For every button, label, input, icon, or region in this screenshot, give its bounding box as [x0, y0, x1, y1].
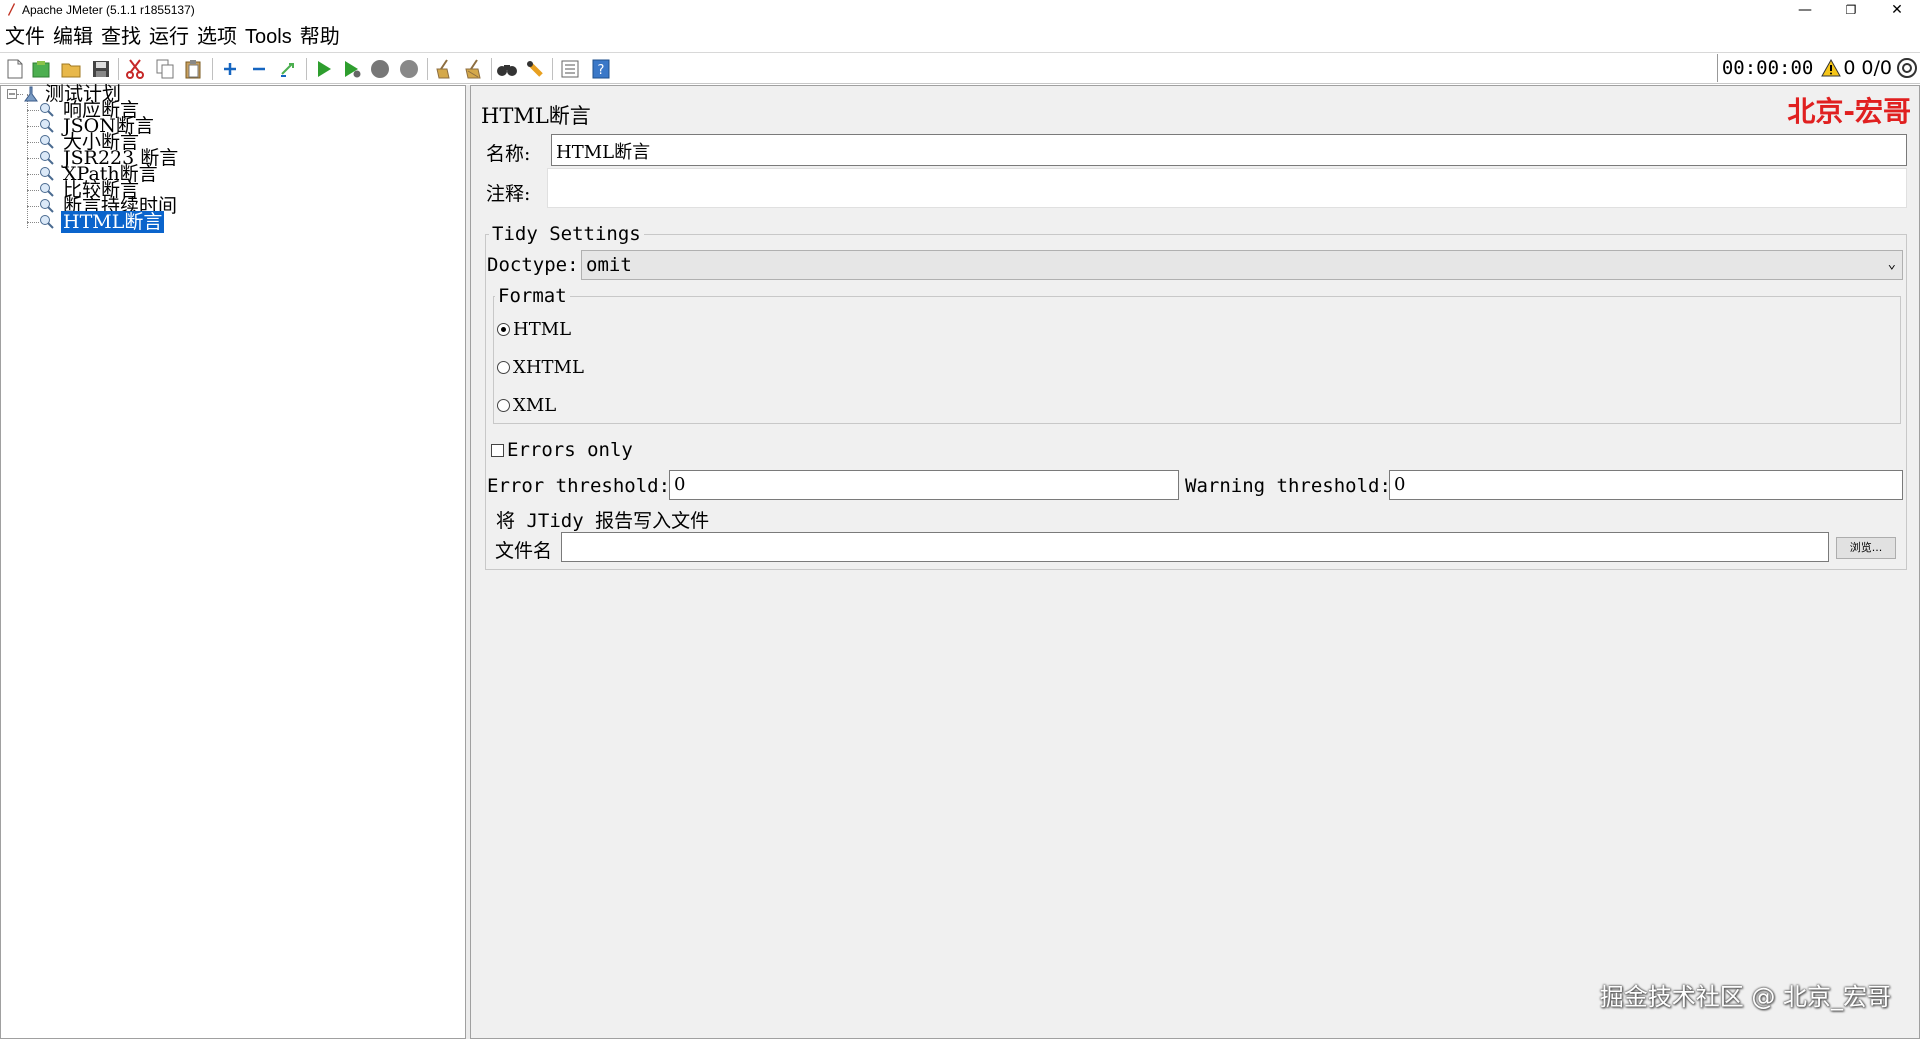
chevron-down-icon: ⌄ [1887, 256, 1896, 272]
warning-threshold-field[interactable]: 0 [1389, 470, 1903, 500]
warning-count: 0 [1843, 57, 1856, 79]
menu-file[interactable]: 文件 [1, 22, 49, 48]
html-assertion-panel: HTML断言 北京-宏哥 名称: HTML断言 注释: Tidy Setting… [470, 85, 1920, 1039]
warning-threshold-label: Warning threshold: [1185, 475, 1391, 497]
active-threads: 0/0 [1861, 57, 1892, 79]
checkbox-icon [491, 443, 504, 457]
page-title: HTML断言 [481, 104, 591, 128]
error-threshold-label: Error threshold: [487, 475, 671, 497]
menu-edit[interactable]: 编辑 [49, 22, 97, 48]
minimize-button[interactable]: — [1782, 0, 1828, 22]
menu-tools[interactable]: Tools [241, 23, 296, 49]
assertion-magnifier-icon [40, 199, 54, 213]
open-icon[interactable] [60, 58, 82, 80]
format-title: Format [495, 285, 570, 307]
errors-only-checkbox[interactable]: Errors only [491, 439, 633, 461]
menu-help[interactable]: 帮助 [296, 22, 344, 48]
window-title: Apache JMeter (5.1.1 r1855137) [22, 3, 195, 17]
format-html-radio[interactable]: HTML [497, 319, 571, 340]
shutdown-icon[interactable] [398, 58, 420, 80]
start-icon[interactable] [313, 58, 335, 80]
author-watermark: 北京-宏哥 [1787, 95, 1911, 128]
reset-search-icon[interactable] [524, 58, 546, 80]
doctype-label: Doctype: [487, 254, 579, 276]
paste-icon[interactable] [182, 58, 204, 80]
assertion-magnifier-icon [40, 183, 54, 197]
assertion-magnifier-icon [40, 103, 54, 117]
community-watermark: 掘金技术社区 @ 北京_宏哥 [1599, 983, 1891, 1011]
function-helper-icon[interactable] [559, 58, 581, 80]
cut-icon[interactable] [124, 58, 146, 80]
test-plan-icon [24, 86, 38, 102]
format-xml-radio[interactable]: XML [497, 395, 556, 416]
assertion-magnifier-icon [40, 135, 54, 149]
radio-icon [497, 399, 510, 412]
copy-icon[interactable] [154, 58, 176, 80]
expand-icon[interactable] [219, 58, 241, 80]
toolbar: ? 00:00:00 0 0/0 [0, 52, 1920, 84]
close-button[interactable]: ✕ [1874, 0, 1920, 22]
assertion-magnifier-icon [40, 167, 54, 181]
name-field[interactable]: HTML断言 [551, 134, 1907, 166]
name-label: 名称: [486, 143, 531, 165]
warning-icon[interactable] [1821, 59, 1842, 77]
collapse-icon[interactable] [248, 58, 270, 80]
test-plan-tree: 测试计划 响应断言 JSON断言 大小断言 JSR223 断言 XPath断言 … [0, 85, 466, 1039]
save-icon[interactable] [90, 58, 112, 80]
clear-icon[interactable] [433, 58, 455, 80]
menu-search[interactable]: 查找 [97, 22, 145, 48]
jmeter-feather-icon [8, 3, 15, 16]
format-group [493, 296, 1901, 424]
filename-label: 文件名 [495, 540, 553, 562]
collapse-node-icon[interactable] [7, 89, 17, 99]
assertion-magnifier-icon [40, 215, 54, 229]
clear-all-icon[interactable] [462, 58, 484, 80]
jtidy-report-title: 将 JTidy 报告写入文件 [493, 506, 713, 533]
radio-selected-icon [497, 323, 510, 336]
stop-icon[interactable] [369, 58, 391, 80]
menu-bar: 文件 编辑 查找 运行 选项 Tools 帮助 [0, 22, 1920, 50]
start-no-pause-icon[interactable] [341, 58, 363, 80]
menu-run[interactable]: 运行 [145, 22, 193, 48]
help-icon[interactable]: ? [590, 58, 612, 80]
browse-button[interactable]: 浏览... [1836, 537, 1896, 559]
restore-button[interactable]: ❐ [1828, 0, 1874, 22]
toggle-icon[interactable] [277, 58, 299, 80]
format-xhtml-radio[interactable]: XHTML [497, 357, 584, 378]
svg-text:?: ? [598, 63, 605, 78]
elapsed-timer: 00:00:00 [1716, 54, 1818, 82]
radio-icon [497, 361, 510, 374]
assertion-magnifier-icon [40, 119, 54, 133]
tidy-settings-title: Tidy Settings [489, 223, 644, 245]
remote-status-icon[interactable] [1896, 57, 1918, 79]
templates-icon[interactable] [30, 58, 52, 80]
comment-label: 注释: [486, 183, 531, 205]
doctype-select[interactable]: omit ⌄ [581, 250, 1903, 280]
doctype-value: omit [586, 254, 632, 276]
assertion-magnifier-icon [40, 151, 54, 165]
status-area: 00:00:00 0 0/0 [1716, 53, 1920, 83]
title-bar: Apache JMeter (5.1.1 r1855137) — ❐ ✕ [0, 0, 1920, 22]
filename-field[interactable] [561, 532, 1829, 562]
comment-field[interactable] [547, 168, 1907, 208]
search-icon[interactable] [496, 58, 518, 80]
new-icon[interactable] [4, 58, 26, 80]
tree-node-html-assertion[interactable]: HTML断言 [61, 211, 165, 233]
error-threshold-field[interactable]: 0 [669, 470, 1179, 500]
menu-options[interactable]: 选项 [193, 22, 241, 48]
